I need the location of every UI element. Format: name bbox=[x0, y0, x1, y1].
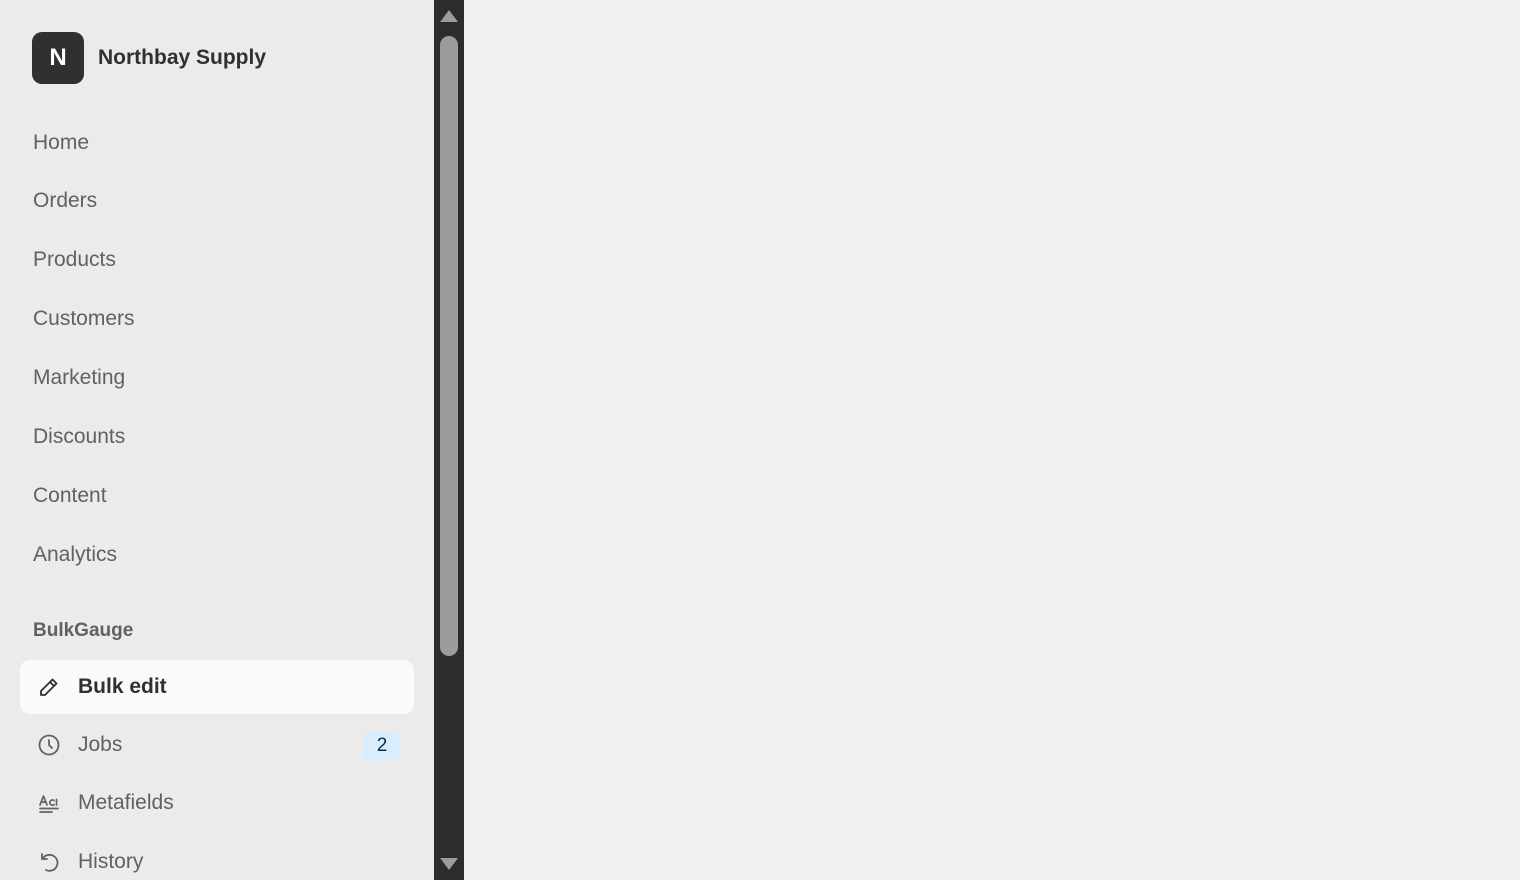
app-item-bulk-edit[interactable]: Bulk edit bbox=[20, 660, 414, 714]
clock-icon bbox=[36, 732, 62, 758]
scrollbar-thumb[interactable] bbox=[440, 36, 458, 656]
scroll-down-arrow-icon[interactable] bbox=[439, 855, 459, 873]
app-item-label: Metafields bbox=[78, 791, 174, 814]
store-logo: N bbox=[32, 32, 84, 84]
store-switcher[interactable]: N Northbay Supply bbox=[32, 32, 266, 84]
nav-item-customers[interactable]: Customers bbox=[33, 303, 135, 335]
scroll-up-arrow-icon[interactable] bbox=[439, 7, 459, 25]
undo-icon bbox=[36, 849, 62, 875]
app-item-history[interactable]: History bbox=[20, 835, 414, 880]
sidebar: N Northbay Supply Home Orders Products C… bbox=[0, 0, 434, 880]
nav-item-marketing[interactable]: Marketing bbox=[33, 362, 125, 394]
main-content bbox=[464, 0, 1520, 880]
app-window: N Northbay Supply Home Orders Products C… bbox=[0, 0, 1520, 880]
nav-item-content[interactable]: Content bbox=[33, 480, 107, 512]
app-item-label: Jobs bbox=[78, 733, 123, 756]
sidebar-scrollbar[interactable] bbox=[434, 0, 464, 880]
app-item-metafields[interactable]: Metafields bbox=[20, 776, 414, 830]
nav-item-products[interactable]: Products bbox=[33, 244, 116, 276]
nav-item-analytics[interactable]: Analytics bbox=[33, 539, 117, 571]
app-item-jobs[interactable]: Jobs 2 bbox=[20, 718, 414, 772]
store-name: Northbay Supply bbox=[98, 46, 267, 69]
app-item-label: History bbox=[78, 850, 144, 873]
nav-item-orders[interactable]: Orders bbox=[33, 185, 97, 217]
metafields-icon bbox=[36, 790, 62, 816]
pencil-icon bbox=[36, 674, 62, 700]
app-section-title: BulkGauge bbox=[33, 620, 134, 641]
jobs-count-badge: 2 bbox=[363, 731, 401, 761]
nav-item-discounts[interactable]: Discounts bbox=[33, 421, 125, 453]
app-item-label: Bulk edit bbox=[78, 675, 167, 698]
nav-item-home[interactable]: Home bbox=[33, 127, 89, 159]
